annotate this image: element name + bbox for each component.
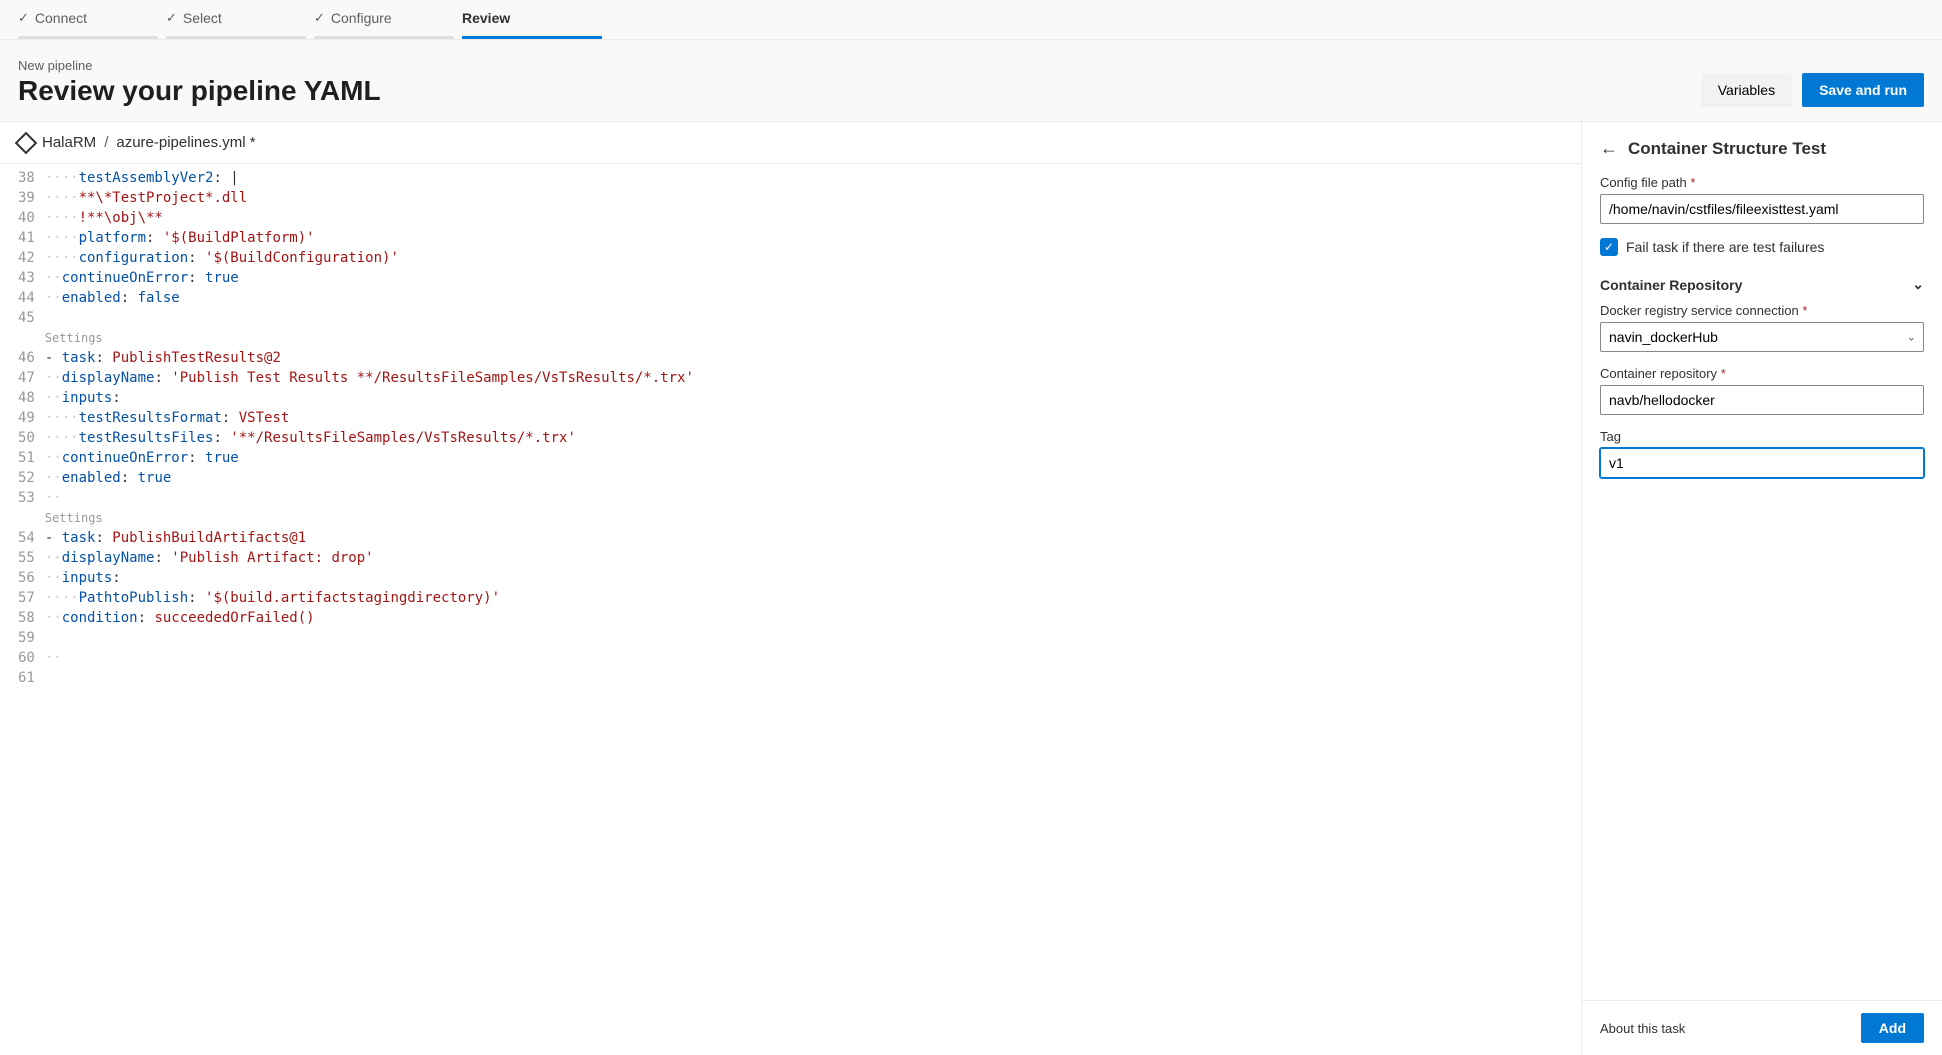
codelens-settings[interactable]: Settings bbox=[45, 508, 1581, 528]
wizard-step-review[interactable]: Review bbox=[462, 0, 574, 34]
line-number: 44 bbox=[18, 288, 35, 308]
code-line[interactable]: ··enabled: true bbox=[45, 468, 1581, 488]
code-line[interactable] bbox=[45, 628, 1581, 648]
wizard-step-select[interactable]: ✓ Select bbox=[166, 0, 278, 34]
tag-label: Tag bbox=[1600, 429, 1924, 444]
line-number: 55 bbox=[18, 548, 35, 568]
check-icon: ✓ bbox=[166, 10, 177, 26]
line-number: 50 bbox=[18, 428, 35, 448]
line-number: 43 bbox=[18, 268, 35, 288]
line-number: 59 bbox=[18, 628, 35, 648]
line-number: 52 bbox=[18, 468, 35, 488]
code-line[interactable]: ····testResultsFiles: '**/ResultsFileSam… bbox=[45, 428, 1581, 448]
yaml-editor[interactable]: 3839404142434445 4647484950515253 54555657… bbox=[0, 164, 1581, 1055]
file-path-bar: HalaRM / azure-pipelines.yml * bbox=[0, 122, 1581, 164]
editor-pane: HalaRM / azure-pipelines.yml * 383940414… bbox=[0, 122, 1582, 1055]
code-line[interactable]: ····configuration: '$(BuildConfiguration… bbox=[45, 248, 1581, 268]
line-number: 45 bbox=[18, 308, 35, 328]
wizard-steps: ✓ Connect ✓ Select ✓ Configure Review bbox=[0, 0, 1942, 40]
page-header: New pipeline Review your pipeline YAML V… bbox=[0, 40, 1942, 122]
wizard-step-label: Review bbox=[462, 10, 510, 26]
container-repository-section[interactable]: Container Repository ⌄ bbox=[1600, 270, 1924, 303]
back-icon[interactable]: ← bbox=[1600, 138, 1618, 159]
code-line[interactable]: ··displayName: 'Publish Artifact: drop' bbox=[45, 548, 1581, 568]
line-number: 38 bbox=[18, 168, 35, 188]
line-number: 49 bbox=[18, 408, 35, 428]
code-line[interactable]: ··enabled: false bbox=[45, 288, 1581, 308]
line-number: 42 bbox=[18, 248, 35, 268]
fail-on-failures-checkbox[interactable]: ✓ bbox=[1600, 238, 1618, 256]
check-icon: ✓ bbox=[18, 10, 29, 26]
container-repository-input[interactable] bbox=[1600, 385, 1924, 415]
line-number: 51 bbox=[18, 448, 35, 468]
wizard-step-label: Configure bbox=[331, 10, 392, 26]
page-title: Review your pipeline YAML bbox=[18, 75, 381, 107]
code-line[interactable]: ··continueOnError: true bbox=[45, 268, 1581, 288]
fail-on-failures-label: Fail task if there are test failures bbox=[1626, 239, 1824, 255]
line-number: 56 bbox=[18, 568, 35, 588]
code-line[interactable]: - task: PublishBuildArtifacts@1 bbox=[45, 528, 1581, 548]
wizard-step-configure[interactable]: ✓ Configure bbox=[314, 0, 426, 34]
container-repository-label: Container repository * bbox=[1600, 366, 1924, 381]
code-line[interactable]: ····testAssemblyVer2: | bbox=[45, 168, 1581, 188]
line-number: 40 bbox=[18, 208, 35, 228]
line-number: 61 bbox=[18, 668, 35, 688]
line-number: 57 bbox=[18, 588, 35, 608]
repo-icon bbox=[15, 131, 38, 154]
line-number bbox=[18, 328, 35, 348]
code-line[interactable]: ··displayName: 'Publish Test Results **/… bbox=[45, 368, 1581, 388]
path-separator: / bbox=[104, 134, 108, 151]
line-number: 39 bbox=[18, 188, 35, 208]
code-line[interactable]: ····**\*TestProject*.dll bbox=[45, 188, 1581, 208]
code-line[interactable]: - task: PublishTestResults@2 bbox=[45, 348, 1581, 368]
line-number: 53 bbox=[18, 488, 35, 508]
line-number: 54 bbox=[18, 528, 35, 548]
tag-input[interactable] bbox=[1600, 448, 1924, 478]
breadcrumb: New pipeline bbox=[18, 58, 381, 73]
code-line[interactable]: ··condition: succeededOrFailed() bbox=[45, 608, 1581, 628]
wizard-step-connect[interactable]: ✓ Connect bbox=[18, 0, 130, 34]
code-line[interactable] bbox=[45, 308, 1581, 328]
variables-button[interactable]: Variables bbox=[1701, 73, 1792, 107]
code-line[interactable]: ····PathtoPublish: '$(build.artifactstag… bbox=[45, 588, 1581, 608]
line-number: 60 bbox=[18, 648, 35, 668]
registry-connection-label: Docker registry service connection * bbox=[1600, 303, 1924, 318]
line-number bbox=[18, 508, 35, 528]
wizard-step-label: Select bbox=[183, 10, 222, 26]
code-line[interactable] bbox=[45, 668, 1581, 688]
wizard-underline bbox=[18, 36, 158, 39]
wizard-underline bbox=[166, 36, 306, 39]
wizard-step-label: Connect bbox=[35, 10, 87, 26]
line-number: 47 bbox=[18, 368, 35, 388]
code-line[interactable]: ·· bbox=[45, 488, 1581, 508]
line-number: 46 bbox=[18, 348, 35, 368]
repo-name[interactable]: HalaRM bbox=[42, 134, 96, 151]
task-assistant-panel: ← Container Structure Test Config file p… bbox=[1582, 122, 1942, 1055]
codelens-settings[interactable]: Settings bbox=[45, 328, 1581, 348]
config-path-input[interactable] bbox=[1600, 194, 1924, 224]
wizard-underline bbox=[462, 36, 602, 39]
code-line[interactable]: ·· bbox=[45, 648, 1581, 668]
line-number: 41 bbox=[18, 228, 35, 248]
registry-connection-select[interactable] bbox=[1600, 322, 1924, 352]
config-path-label: Config file path * bbox=[1600, 175, 1924, 190]
add-button[interactable]: Add bbox=[1861, 1013, 1924, 1043]
code-line[interactable]: ··continueOnError: true bbox=[45, 448, 1581, 468]
about-task-link[interactable]: About this task bbox=[1600, 1021, 1685, 1036]
code-line[interactable]: ····platform: '$(BuildPlatform)' bbox=[45, 228, 1581, 248]
save-and-run-button[interactable]: Save and run bbox=[1802, 73, 1924, 107]
line-number: 58 bbox=[18, 608, 35, 628]
file-name: azure-pipelines.yml * bbox=[116, 134, 255, 151]
panel-title: Container Structure Test bbox=[1628, 139, 1826, 159]
code-line[interactable]: ····testResultsFormat: VSTest bbox=[45, 408, 1581, 428]
chevron-down-icon: ⌄ bbox=[1912, 276, 1924, 293]
check-icon: ✓ bbox=[314, 10, 325, 26]
code-line[interactable]: ··inputs: bbox=[45, 568, 1581, 588]
wizard-underline bbox=[314, 36, 454, 39]
code-line[interactable]: ··inputs: bbox=[45, 388, 1581, 408]
line-number: 48 bbox=[18, 388, 35, 408]
code-line[interactable]: ····!**\obj\** bbox=[45, 208, 1581, 228]
